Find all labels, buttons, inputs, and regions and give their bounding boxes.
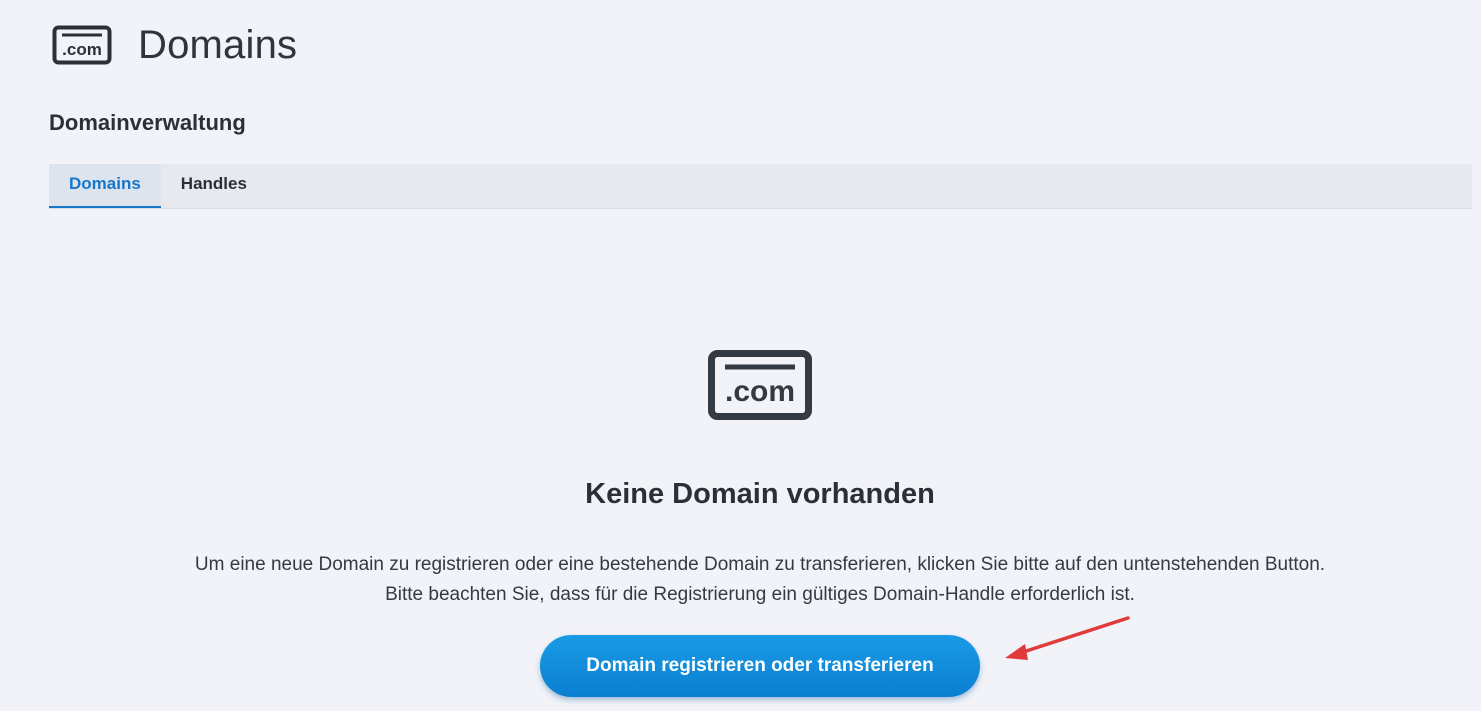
section-heading: Domainverwaltung bbox=[49, 110, 246, 135]
header-icon-text: .com bbox=[62, 40, 102, 59]
annotation-arrow-icon bbox=[1005, 616, 1130, 660]
tab-handles[interactable]: Handles bbox=[161, 164, 267, 208]
empty-state-description-line: Um eine neue Domain zu registrieren oder… bbox=[194, 554, 1326, 575]
empty-state-description-line: Bitte beachten Sie, dass für die Registr… bbox=[385, 584, 1135, 605]
page-title: Domains bbox=[138, 23, 298, 67]
empty-state-description: Um eine neue Domain zu registrieren oder… bbox=[0, 550, 1481, 610]
empty-state-title: Keine Domain vorhanden bbox=[585, 478, 935, 510]
empty-state: .com Keine Domain vorhanden Um eine neue… bbox=[0, 350, 1481, 610]
tab-domains[interactable]: Domains bbox=[49, 164, 161, 208]
empty-icon-text: .com bbox=[725, 375, 795, 408]
domain-com-icon: .com bbox=[52, 25, 112, 65]
domain-com-icon: .com bbox=[708, 350, 812, 420]
page-header: .com Domains bbox=[52, 18, 297, 72]
register-transfer-domain-button[interactable]: Domain registrieren oder transferieren bbox=[540, 635, 980, 697]
tab-bar: Domains Handles bbox=[49, 164, 1472, 209]
